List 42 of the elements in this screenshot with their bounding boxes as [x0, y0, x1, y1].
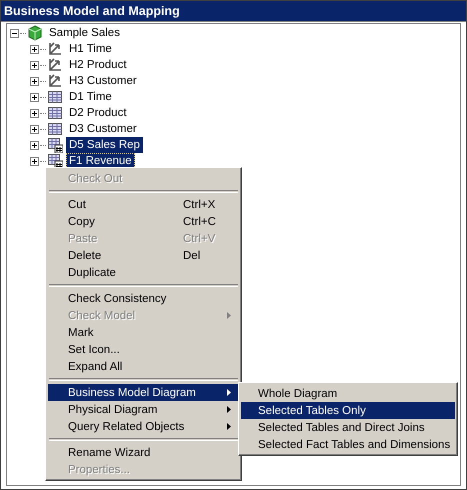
cube-icon — [27, 25, 43, 41]
expand-toggle[interactable] — [30, 92, 39, 102]
menu-item[interactable]: Delete Del — [48, 247, 239, 264]
expand-toggle[interactable] — [30, 140, 39, 150]
expand-toggle[interactable] — [30, 156, 39, 166]
tree-item[interactable]: D2 Product — [66, 105, 130, 121]
expand-toggle[interactable] — [30, 108, 39, 118]
table-icon — [47, 121, 63, 137]
expand-toggle[interactable] — [30, 76, 39, 86]
tree-item[interactable]: D1 Time — [66, 89, 115, 105]
menu-item[interactable]: Whole Diagram — [241, 385, 455, 402]
hierarchy-icon — [47, 57, 63, 73]
hierarchy-icon — [47, 41, 63, 57]
menu-item[interactable]: Expand All — [48, 358, 239, 375]
table-icon — [47, 105, 63, 121]
menu-item[interactable]: Cut Ctrl+X — [48, 196, 239, 213]
keyed-table-icon — [47, 137, 63, 153]
menu-item[interactable]: Check Consistency — [48, 290, 239, 307]
tree-item[interactable]: D5 Sales Rep — [66, 137, 143, 153]
menu-item[interactable]: Business Model Diagram — [48, 384, 239, 401]
menu-item[interactable]: Copy Ctrl+C — [48, 213, 239, 230]
tree-item[interactable]: H1 Time — [66, 41, 115, 57]
panel-title: Business Model and Mapping — [1, 1, 466, 22]
collapse-toggle[interactable] — [10, 28, 19, 38]
menu-item[interactable]: Query Related Objects — [48, 418, 239, 435]
tree-item[interactable]: Sample Sales — [46, 25, 123, 41]
menu-item[interactable]: Selected Tables Only — [241, 402, 455, 419]
tree-item[interactable]: H2 Product — [66, 57, 130, 73]
menu-item[interactable]: Selected Fact Tables and Dimensions — [241, 436, 455, 453]
tree-item[interactable]: H3 Customer — [66, 73, 140, 89]
expand-toggle[interactable] — [30, 44, 39, 54]
menu-item[interactable]: Physical Diagram — [48, 401, 239, 418]
expand-toggle[interactable] — [30, 124, 39, 134]
expand-toggle[interactable] — [30, 60, 39, 70]
menu-item[interactable]: Set Icon... — [48, 341, 239, 358]
tree-item[interactable]: D3 Customer — [66, 121, 140, 137]
menu-item[interactable]: Duplicate — [48, 264, 239, 281]
table-icon — [47, 89, 63, 105]
menu-item[interactable]: Selected Tables and Direct Joins — [241, 419, 455, 436]
menu-item[interactable]: Mark — [48, 324, 239, 341]
menu-item[interactable]: Rename Wizard — [48, 444, 239, 461]
hierarchy-icon — [47, 73, 63, 89]
